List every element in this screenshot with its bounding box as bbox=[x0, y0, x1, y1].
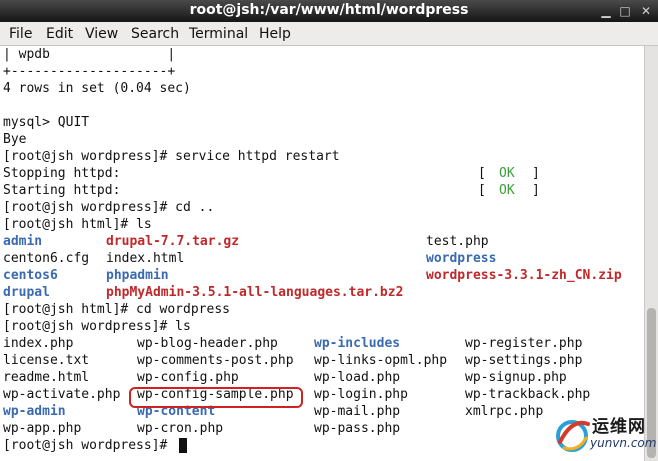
file-entry: test.php bbox=[426, 234, 489, 249]
terminal-line: [root@jsh html]# cd wordpress bbox=[3, 302, 230, 317]
listing-row: centos6 phpadmin wordpress-3.3.1-zh_CN.z… bbox=[3, 267, 643, 284]
vertical-scrollbar[interactable] bbox=[644, 46, 658, 461]
text-cursor bbox=[179, 438, 187, 453]
file-entry: wp-trackback.php bbox=[465, 387, 591, 402]
file-entry: wp-load.php bbox=[314, 370, 401, 385]
file-entry: index.html bbox=[106, 251, 185, 266]
listing-row: admin drupal-7.7.tar.gz test.php bbox=[3, 233, 643, 250]
directory-entry: phpadmin bbox=[106, 268, 169, 283]
file-entry: wp-activate.php bbox=[3, 387, 121, 402]
file-entry: wp-comments-post.php bbox=[137, 353, 294, 368]
status-close-bracket: ] bbox=[532, 183, 540, 198]
status-text: Stopping httpd: bbox=[3, 166, 121, 181]
status-line-starting: Starting httpd: [ OK ] bbox=[3, 182, 643, 199]
listing-row: centon6.cfg index.html wordpress bbox=[3, 250, 643, 267]
directory-entry: wordpress bbox=[426, 251, 497, 266]
directory-entry: centos6 bbox=[3, 268, 58, 283]
file-entry: wp-signup.php bbox=[465, 370, 567, 385]
menu-file[interactable]: File bbox=[9, 26, 32, 42]
annotation-highlight-ring bbox=[129, 387, 303, 408]
file-entry: wp-login.php bbox=[314, 387, 408, 402]
prompt-line: [root@jsh wordpress]# bbox=[3, 437, 643, 454]
terminal-line: Bye bbox=[3, 132, 27, 147]
window-titlebar[interactable]: root@jsh:/var/www/html/wordpress ▁ □ ✕ bbox=[0, 0, 658, 22]
close-icon[interactable]: ✕ bbox=[638, 3, 654, 19]
watermark-domain: yunvn.com bbox=[590, 436, 657, 450]
status-ok: OK bbox=[499, 166, 515, 181]
maximize-icon[interactable]: □ bbox=[617, 3, 633, 19]
watermark-title: 运维网 bbox=[592, 417, 646, 437]
listing-row: wp-app.php wp-cron.php wp-pass.php bbox=[3, 420, 643, 437]
listing-row: wp-activate.php wp-config-sample.php wp-… bbox=[3, 386, 643, 403]
menu-search[interactable]: Search bbox=[131, 26, 179, 42]
menu-bar: File Edit View Search Terminal Help bbox=[0, 22, 658, 46]
menu-edit[interactable]: Edit bbox=[46, 26, 73, 42]
terminal-line: [root@jsh wordpress]# service httpd rest… bbox=[3, 149, 340, 164]
terminal-line: [root@jsh wordpress]# cd .. bbox=[3, 200, 215, 215]
status-line-stopping: Stopping httpd: [ OK ] bbox=[3, 165, 643, 182]
file-entry: wp-app.php bbox=[3, 421, 82, 436]
site-watermark: 运维网 yunvn.com bbox=[552, 406, 658, 461]
file-entry: wp-cron.php bbox=[137, 421, 224, 436]
menu-terminal[interactable]: Terminal bbox=[189, 26, 248, 42]
archive-entry: wordpress-3.3.1-zh_CN.zip bbox=[426, 268, 622, 283]
status-text: Starting httpd: bbox=[3, 183, 121, 198]
directory-entry: wp-admin bbox=[3, 404, 66, 419]
file-entry: wp-pass.php bbox=[314, 421, 401, 436]
archive-entry: drupal-7.7.tar.gz bbox=[106, 234, 240, 249]
status-open-bracket: [ bbox=[478, 183, 486, 198]
status-close-bracket: ] bbox=[532, 166, 540, 181]
listing-row: wp-admin wp-content wp-mail.php xmlrpc.p… bbox=[3, 403, 643, 420]
file-entry: wp-register.php bbox=[465, 336, 583, 351]
terminal-line: [root@jsh wordpress]# ls bbox=[3, 319, 191, 334]
terminal-line: +--------------------+ bbox=[3, 64, 176, 79]
terminal-line: 4 rows in set (0.04 sec) bbox=[3, 81, 191, 96]
status-ok: OK bbox=[499, 183, 515, 198]
file-entry: wp-mail.php bbox=[314, 404, 401, 419]
prompt-text: [root@jsh wordpress]# bbox=[3, 438, 176, 453]
file-entry: wp-links-opml.php bbox=[314, 353, 448, 368]
terminal-output[interactable]: | wpdb | +--------------------+ 4 rows i… bbox=[0, 46, 644, 461]
window-title: root@jsh:/var/www/html/wordpress bbox=[189, 2, 469, 18]
listing-row: index.php wp-blog-header.php wp-includes… bbox=[3, 335, 643, 352]
file-entry: wp-blog-header.php bbox=[137, 336, 278, 351]
listing-row: license.txt wp-comments-post.php wp-link… bbox=[3, 352, 643, 369]
menu-view[interactable]: View bbox=[85, 26, 118, 42]
terminal-line: | wpdb | bbox=[3, 47, 176, 62]
file-entry: xmlrpc.php bbox=[465, 404, 544, 419]
archive-entry: phpMyAdmin-3.5.1-all-languages.tar.bz2 bbox=[106, 285, 404, 300]
directory-entry: wp-includes bbox=[314, 336, 401, 351]
file-entry: wp-config.php bbox=[137, 370, 239, 385]
directory-entry: admin bbox=[3, 234, 43, 249]
file-entry: index.php bbox=[3, 336, 74, 351]
status-open-bracket: [ bbox=[478, 166, 486, 181]
file-entry: centon6.cfg bbox=[3, 251, 90, 266]
file-entry: license.txt bbox=[3, 353, 90, 368]
menu-help[interactable]: Help bbox=[259, 26, 291, 42]
file-entry: wp-settings.php bbox=[465, 353, 583, 368]
minimize-icon[interactable]: ▁ bbox=[598, 3, 614, 19]
listing-row: readme.html wp-config.php wp-load.php wp… bbox=[3, 369, 643, 386]
terminal-line: mysql> QUIT bbox=[3, 115, 90, 130]
file-entry: readme.html bbox=[3, 370, 90, 385]
listing-row: drupal phpMyAdmin-3.5.1-all-languages.ta… bbox=[3, 284, 643, 301]
directory-entry: drupal bbox=[3, 285, 50, 300]
terminal-line: [root@jsh html]# ls bbox=[3, 217, 152, 232]
